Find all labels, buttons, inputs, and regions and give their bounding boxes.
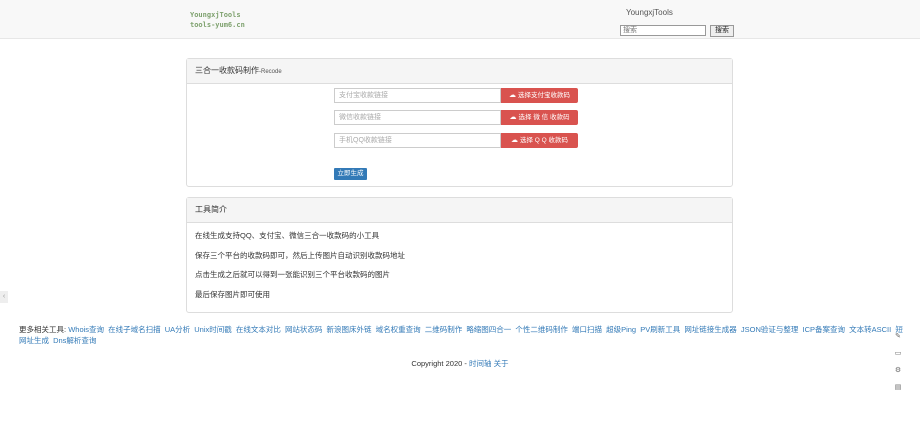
wechat-link-input[interactable] [334,110,501,125]
intro-line-4: 最后保存图片即可使用 [195,290,270,299]
intro-line-3: 点击生成之后就可以得到一张能识别三个平台收款码的图片 [195,270,390,279]
logo-line-2: tools-yum6.cn [190,21,245,29]
monitor-icon[interactable]: ▭ [893,349,903,359]
search-button[interactable]: 搜索 [710,25,734,37]
tool-link[interactable]: UA分析 [165,325,190,334]
qq-row: ☁选择 Q Q 收款码 [334,133,578,148]
copyright-text: Copyright 2020 - [411,359,467,368]
tool-link[interactable]: 在线子域名扫描 [108,325,161,334]
tool-link[interactable]: Unix时间戳 [194,325,232,334]
timeline-link[interactable]: 时间轴 [469,359,492,368]
select-alipay-code-button[interactable]: ☁ 选择支付宝收款码 [501,88,578,103]
tool-link[interactable]: Dns解析查询 [53,336,96,345]
alipay-link-input[interactable] [334,88,501,103]
select-alipay-code-label: 选择支付宝收款码 [518,92,570,99]
cloud-upload-icon: ☁ [509,92,516,99]
gear-icon[interactable]: ⚙ [893,366,903,376]
site-title[interactable]: YoungxjTools [626,8,673,17]
search-input[interactable] [620,25,706,36]
tool-link[interactable]: 新浪图床外链 [327,325,372,334]
select-wechat-code-label: 选择 微 信 收款码 [518,114,570,121]
generator-panel: 三合一收款码制作-Recode ☁选择支付宝收款码 ☁选择 微 信 收款码 ☁选… [186,58,733,187]
tool-link[interactable]: PV刷新工具 [640,325,680,334]
side-collapse-tab[interactable]: ‹ [0,291,8,303]
tool-link[interactable]: 略缩图四合一 [466,325,511,334]
more-tools: 更多相关工具: Whois查询 在线子域名扫描 UA分析 Unix时间戳 在线文… [19,324,904,346]
alipay-row: ☁选择支付宝收款码 [334,88,578,103]
wechat-row: ☁选择 微 信 收款码 [334,110,578,125]
select-qq-code-button[interactable]: ☁ 选择 Q Q 收款码 [501,133,578,148]
tool-link[interactable]: 域名权重查询 [376,325,421,334]
tool-link[interactable]: 在线文本对比 [236,325,281,334]
more-tools-label: 更多相关工具: [19,325,67,334]
tool-link[interactable]: ICP备案查询 [803,325,846,334]
generator-title-sub: -Recode [259,69,282,75]
tool-link[interactable]: 超级Ping [606,325,636,334]
tool-link[interactable]: 网址链接生成器 [684,325,737,334]
tool-link[interactable]: 端口扫描 [572,325,602,334]
select-wechat-code-button[interactable]: ☁ 选择 微 信 收款码 [501,110,578,125]
tool-link[interactable]: 个性二维码制作 [515,325,568,334]
intro-line-1: 在线生成支持QQ、支付宝、微信三合一收款码的小工具 [195,231,380,240]
intro-line-2: 保存三个平台的收款码即可，然后上传图片自动识别收款码地址 [195,251,405,260]
generator-panel-heading: 三合一收款码制作-Recode [187,59,732,84]
edit-icon[interactable]: ✎ [893,332,903,342]
print-icon[interactable]: ▤ [893,383,903,393]
tool-link[interactable]: Whois查询 [68,325,104,334]
generate-button[interactable]: 立即生成 [334,168,367,180]
tool-link[interactable]: 网站状态码 [285,325,323,334]
select-qq-code-label: 选择 Q Q 收款码 [519,137,569,144]
site-logo[interactable]: YoungxjTools tools-yum6.cn [190,10,245,30]
about-link[interactable]: 关于 [494,359,509,368]
intro-panel-heading: 工具简介 [187,198,732,223]
tool-link[interactable]: 二维码制作 [425,325,463,334]
qq-link-input[interactable] [334,133,501,148]
tool-link[interactable]: JSON验证与整理 [741,325,799,334]
cloud-upload-icon: ☁ [510,137,518,144]
intro-panel: 工具简介 在线生成支持QQ、支付宝、微信三合一收款码的小工具 保存三个平台的收款… [186,197,733,313]
tool-link[interactable]: 文本转ASCII [849,325,891,334]
logo-line-1: YoungxjTools [190,11,241,19]
cloud-upload-icon: ☁ [509,114,517,121]
top-navbar: YoungxjTools tools-yum6.cn YoungxjTools … [0,0,920,39]
footer: Copyright 2020 - 时间轴 关于 [0,358,920,369]
generator-title: 三合一收款码制作 [195,66,259,75]
